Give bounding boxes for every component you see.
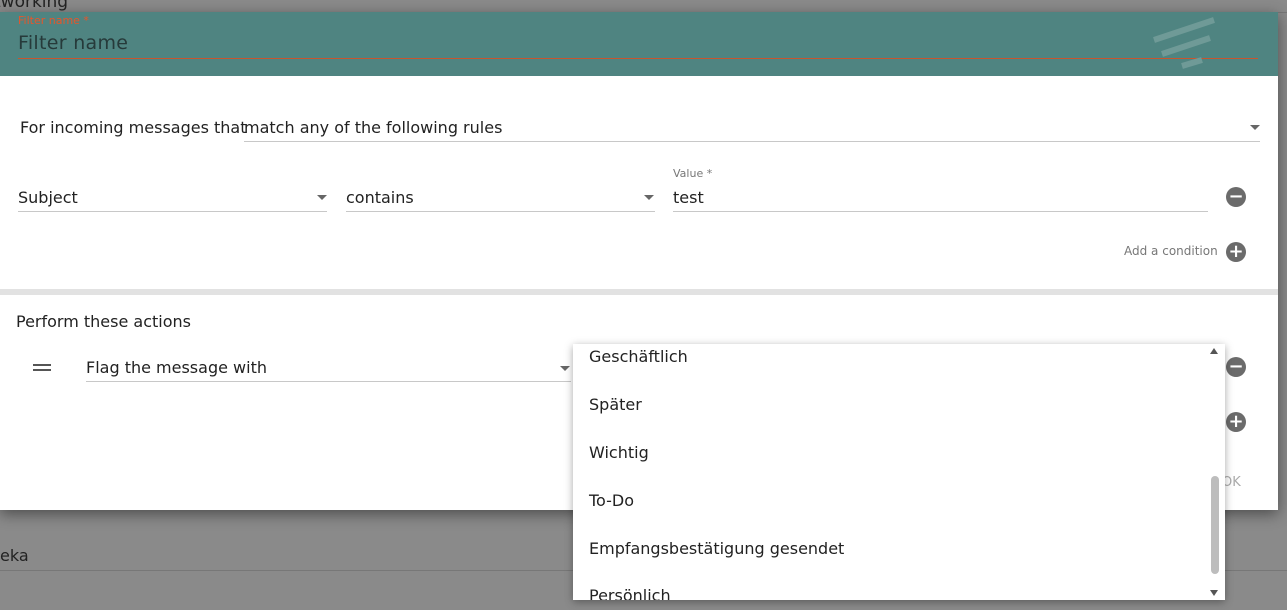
menu-item-spaeter[interactable]: Später	[589, 395, 642, 414]
add-condition-button[interactable]: +	[1226, 242, 1246, 262]
condition-value-text: test	[673, 188, 704, 207]
chevron-down-icon	[317, 195, 327, 200]
plus-circle-icon: +	[1228, 411, 1244, 432]
filter-name-underline	[18, 58, 1258, 59]
condition-operator-select[interactable]: contains	[346, 188, 655, 212]
scroll-up-arrow-icon[interactable]	[1210, 348, 1218, 354]
chevron-down-icon	[1250, 125, 1260, 130]
chevron-down-icon	[560, 366, 570, 371]
remove-condition-button[interactable]: −	[1226, 187, 1246, 207]
condition-field-select[interactable]: Subject	[18, 188, 327, 212]
menu-item-todo[interactable]: To-Do	[589, 491, 634, 510]
condition-value-label: Value *	[673, 167, 713, 180]
scrollbar-thumb[interactable]	[1211, 476, 1219, 574]
minus-circle-icon: −	[1228, 186, 1244, 207]
actions-heading: Perform these actions	[16, 312, 191, 331]
add-action-button[interactable]: +	[1226, 412, 1246, 432]
dialog-header: Filter name * Filter name	[0, 12, 1278, 76]
condition-value-input[interactable]: test	[673, 188, 1208, 212]
condition-field-value: Subject	[18, 188, 78, 207]
incoming-messages-label: For incoming messages that	[20, 118, 247, 137]
drag-handle-icon[interactable]	[33, 364, 51, 371]
flag-dropdown-menu[interactable]: Geschäftlich Später Wichtig To-Do Empfan…	[573, 344, 1225, 600]
chevron-down-icon	[644, 195, 654, 200]
menu-item-wichtig[interactable]: Wichtig	[589, 443, 649, 462]
condition-operator-value: contains	[346, 188, 414, 207]
action-select[interactable]: Flag the message with	[86, 358, 571, 382]
add-condition-label[interactable]: Add a condition	[1124, 244, 1218, 258]
filter-name-label: Filter name *	[18, 14, 89, 27]
background-divider-right	[1277, 12, 1287, 13]
remove-action-button[interactable]: −	[1226, 357, 1246, 377]
menu-item-geschaeftlich[interactable]: Geschäftlich	[589, 347, 688, 366]
section-separator	[0, 289, 1278, 295]
menu-item-empfangsbestaetigung[interactable]: Empfangsbestätigung gesendet	[589, 539, 844, 558]
match-rule-select[interactable]: match any of the following rules	[244, 118, 1260, 142]
background-text-top: tworking	[0, 0, 69, 12]
background-text-bottom: eka	[0, 546, 29, 565]
match-rule-value: match any of the following rules	[244, 118, 503, 137]
menu-item-persoenlich[interactable]: Persönlich	[589, 586, 671, 600]
action-value: Flag the message with	[86, 358, 267, 377]
plus-circle-icon: +	[1228, 241, 1244, 262]
minus-circle-icon: −	[1228, 356, 1244, 377]
filter-name-input[interactable]: Filter name	[18, 32, 128, 54]
filter-logo-icon	[1153, 17, 1215, 69]
scroll-down-arrow-icon[interactable]	[1210, 590, 1218, 596]
